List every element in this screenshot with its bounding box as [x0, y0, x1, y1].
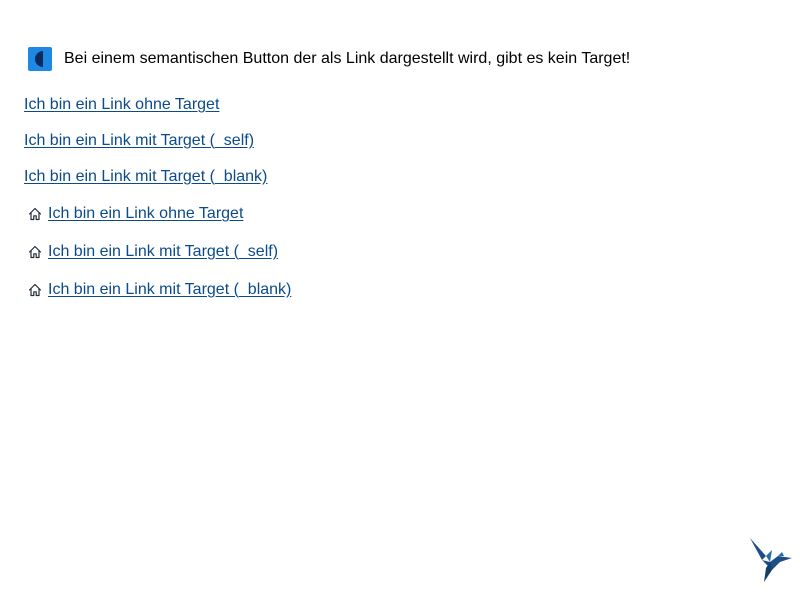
link-target-self[interactable]: Ich bin ein Link mit Target (_self) — [24, 131, 254, 151]
notice-text: Bei einem semantischen Button der als Li… — [64, 50, 631, 67]
icon-link-no-target[interactable]: Ich bin ein Link ohne Target — [28, 204, 243, 224]
page: Bei einem semantischen Button der als Li… — [0, 0, 800, 600]
half-moon-contrast-icon — [28, 47, 52, 71]
home-icon — [28, 207, 42, 221]
link-target-blank[interactable]: Ich bin ein Link mit Target (_blank) — [24, 167, 267, 187]
icon-link-target-blank[interactable]: Ich bin ein Link mit Target (_blank) — [28, 280, 291, 300]
link-no-target[interactable]: Ich bin ein Link ohne Target — [24, 95, 219, 115]
home-icon — [28, 283, 42, 297]
hummingbird-logo — [750, 538, 792, 582]
notice: Bei einem semantischen Button der als Li… — [28, 47, 630, 71]
home-icon — [28, 245, 42, 259]
icon-link-target-self[interactable]: Ich bin ein Link mit Target (_self) — [28, 242, 278, 262]
icon-link-label: Ich bin ein Link mit Target (_self) — [48, 243, 279, 260]
icon-link-label: Ich bin ein Link ohne Target — [48, 205, 244, 222]
icon-link-label: Ich bin ein Link mit Target (_blank) — [48, 281, 292, 298]
